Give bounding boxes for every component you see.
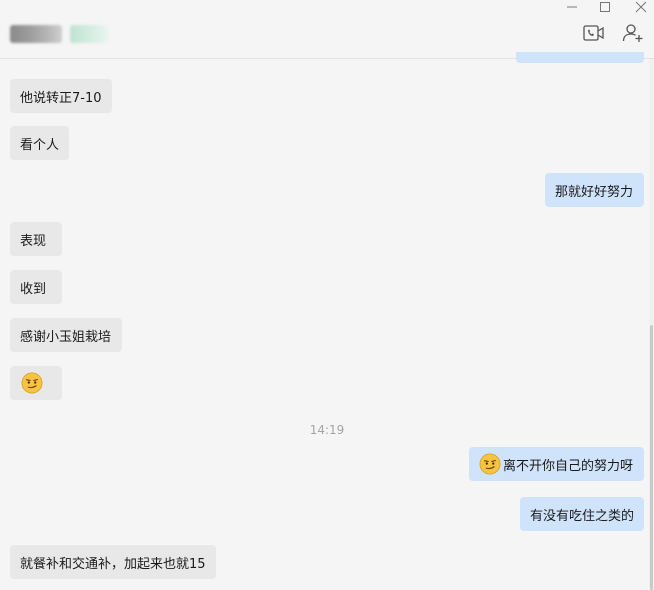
message-text: 就餐补和交通补，加起来也就15 bbox=[20, 556, 206, 572]
maximize-button[interactable] bbox=[592, 0, 618, 14]
close-button[interactable] bbox=[628, 0, 654, 14]
message-text: 感谢小玉姐栽培 bbox=[20, 329, 112, 345]
scrollbar-thumb[interactable] bbox=[650, 325, 653, 590]
message-timestamp: 14:19 bbox=[309, 423, 345, 437]
smirk-emoji-icon bbox=[21, 372, 43, 394]
message-text: 他说转正7-10 bbox=[20, 90, 102, 106]
message-text: 离不开你自己的努力呀 bbox=[503, 458, 634, 474]
message-text: 那就好好努力 bbox=[555, 184, 634, 200]
add-contact-icon bbox=[622, 24, 643, 42]
message-bubble[interactable]: 就餐补和交通补，加起来也就15 bbox=[10, 545, 216, 579]
emoji-message-bubble[interactable] bbox=[10, 366, 62, 400]
message-bubble[interactable]: 离不开你自己的努力呀 bbox=[469, 447, 644, 481]
video-call-icon bbox=[583, 25, 604, 41]
message-bubble[interactable]: 看个人 bbox=[10, 126, 69, 160]
video-call-button[interactable] bbox=[582, 22, 606, 44]
message-text: 表现 bbox=[20, 233, 47, 249]
minimize-icon bbox=[567, 6, 577, 8]
chat-header bbox=[0, 0, 654, 59]
minimize-button[interactable] bbox=[559, 0, 585, 14]
smirk-emoji-icon bbox=[479, 453, 501, 475]
contact-name-blurred[interactable] bbox=[70, 25, 108, 43]
maximize-icon bbox=[600, 2, 610, 12]
add-contact-button[interactable] bbox=[621, 22, 645, 44]
close-icon bbox=[635, 1, 647, 13]
message-bubble[interactable]: 感谢小玉姐栽培 bbox=[10, 318, 122, 352]
message-bubble[interactable]: 那就好好努力 bbox=[545, 173, 644, 207]
message-bubble[interactable]: 表现 bbox=[10, 222, 62, 256]
message-bubble[interactable]: 他说转正7-10 bbox=[10, 79, 112, 113]
message-bubble[interactable]: 有没有吃住之类的 bbox=[520, 497, 644, 531]
previous-message-bubble bbox=[516, 52, 644, 63]
message-text: 有没有吃住之类的 bbox=[530, 508, 635, 524]
message-text: 看个人 bbox=[20, 137, 60, 153]
message-bubble[interactable]: 收到 bbox=[10, 270, 62, 304]
message-text: 收到 bbox=[20, 281, 47, 297]
contact-avatar-blurred[interactable] bbox=[10, 25, 62, 43]
